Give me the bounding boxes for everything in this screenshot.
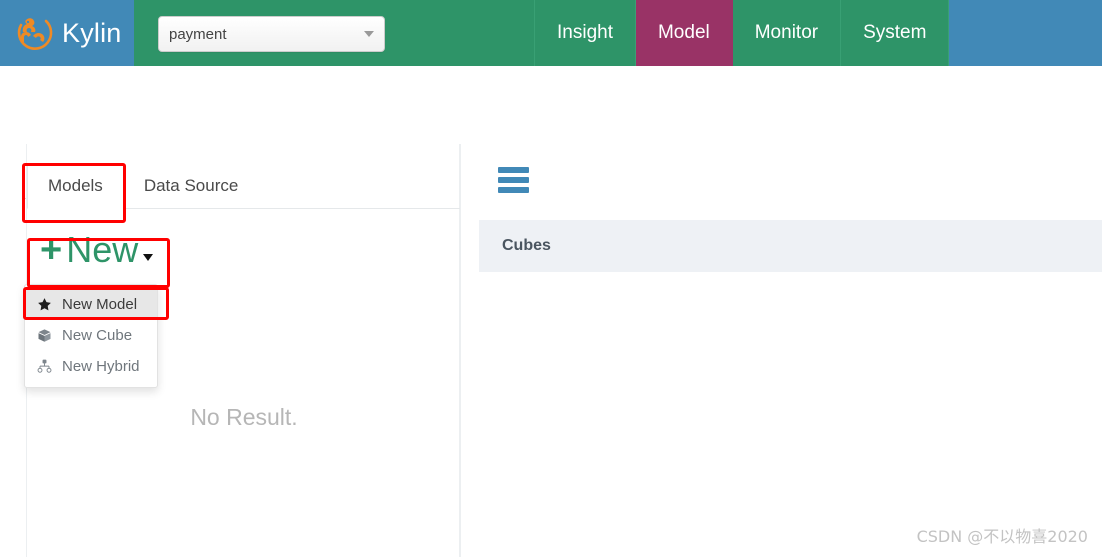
- nav-item-model[interactable]: Model: [635, 0, 733, 66]
- caret-down-icon: [364, 31, 374, 37]
- nav-items: Insight Model Monitor System: [534, 0, 950, 66]
- nav-item-insight[interactable]: Insight: [534, 0, 636, 66]
- new-dropdown-menu: New Model New Cube New Hybrid: [24, 284, 158, 388]
- kylin-creature-logo-icon: [12, 12, 54, 54]
- sitemap-icon: [36, 359, 53, 374]
- project-select[interactable]: payment: [158, 16, 385, 52]
- brand-area[interactable]: Kylin: [0, 0, 134, 66]
- menu-item-new-hybrid[interactable]: New Hybrid: [25, 351, 157, 382]
- watermark: CSDN @不以物喜2020: [916, 527, 1088, 546]
- empty-state-text: No Result.: [190, 404, 298, 430]
- nav-item-monitor-label: Monitor: [754, 22, 819, 43]
- tab-bar: Models Data Source: [27, 163, 461, 209]
- top-navigation-bar: Kylin payment Insight Model Monitor Syst…: [0, 0, 1102, 66]
- nav-item-monitor[interactable]: Monitor: [732, 0, 842, 66]
- hamburger-bar: [498, 187, 529, 193]
- menu-item-new-hybrid-label: New Hybrid: [62, 358, 140, 375]
- cubes-section-header: Cubes: [479, 220, 1102, 272]
- toolbar: [0, 66, 1102, 199]
- menu-item-new-model-label: New Model: [62, 296, 138, 313]
- caret-down-icon: [143, 253, 154, 261]
- new-button-label: New: [66, 229, 139, 270]
- hamburger-icon[interactable]: [498, 167, 529, 197]
- cube-icon: [36, 328, 53, 343]
- hamburger-bar: [498, 167, 529, 173]
- nav-item-model-label: Model: [657, 22, 710, 43]
- project-select-value: payment: [169, 25, 227, 43]
- nav-item-system[interactable]: System: [841, 0, 950, 66]
- nav-green-area: payment Insight Model Monitor System: [134, 0, 950, 66]
- hamburger-bar: [498, 177, 529, 183]
- nav-item-insight-label: Insight: [557, 22, 613, 43]
- menu-item-new-model[interactable]: New Model: [25, 289, 157, 320]
- nav-item-system-label: System: [863, 22, 927, 43]
- right-panel: Cubes: [460, 144, 1102, 557]
- tab-data-source[interactable]: Data Source: [124, 163, 259, 208]
- cubes-section-title: Cubes: [502, 237, 551, 254]
- brand-name: Kylin: [62, 17, 122, 48]
- tab-models-label: Models: [48, 176, 103, 195]
- new-dropdown-button[interactable]: + New: [40, 229, 154, 271]
- star-icon: [36, 297, 53, 312]
- menu-item-new-cube[interactable]: New Cube: [25, 320, 157, 351]
- menu-item-new-cube-label: New Cube: [62, 327, 133, 344]
- tab-data-source-label: Data Source: [143, 175, 239, 195]
- plus-icon: +: [40, 229, 63, 271]
- tab-models[interactable]: Models: [27, 164, 124, 209]
